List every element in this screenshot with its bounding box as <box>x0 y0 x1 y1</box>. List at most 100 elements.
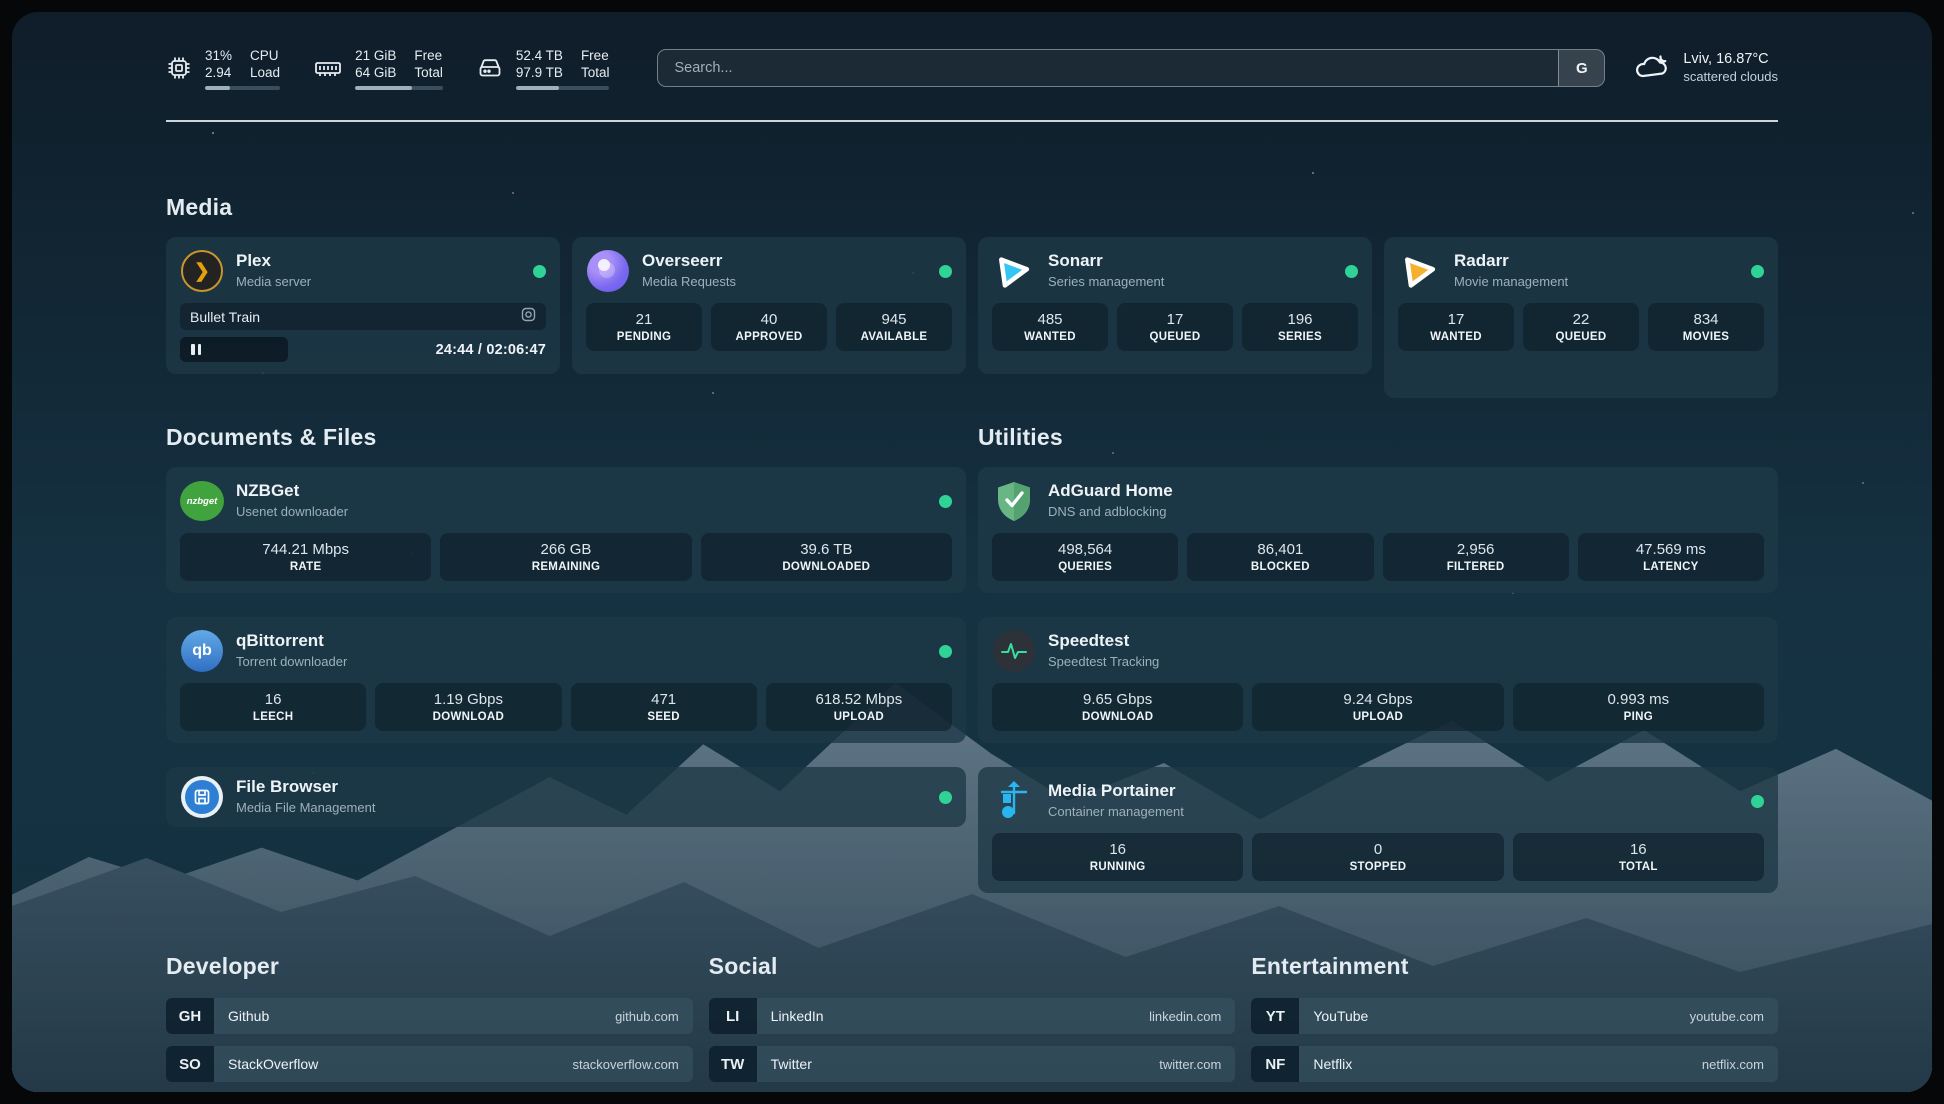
stat-box: 618.52 MbpsUPLOAD <box>766 683 952 731</box>
bookmark-twitter[interactable]: TW Twitter twitter.com <box>709 1046 1236 1082</box>
service-name: Sonarr <box>1048 251 1333 271</box>
service-desc: Media Requests <box>642 272 927 292</box>
bookmark-url: linkedin.com <box>1149 1009 1221 1024</box>
disk-total-label: Total <box>581 64 610 81</box>
search-bar: G <box>657 49 1605 87</box>
service-card-plex[interactable]: ❯ Plex Media server Bullet Train <box>166 237 560 374</box>
service-name: File Browser <box>236 777 927 797</box>
cloud-moon-icon <box>1633 50 1671 87</box>
weather-location-temp: Lviv, 16.87°C <box>1683 50 1778 68</box>
status-dot <box>939 265 952 278</box>
disk-progress-fill <box>516 86 559 90</box>
stat-box: 471SEED <box>571 683 757 731</box>
pause-button[interactable] <box>180 337 288 362</box>
nzbget-icon: nzbget <box>180 481 224 521</box>
service-card-nzbget[interactable]: nzbget NZBGet Usenet downloader 744.21 M… <box>166 467 966 593</box>
search-input[interactable] <box>658 50 1558 86</box>
bookmark-netflix[interactable]: NF Netflix netflix.com <box>1251 1046 1778 1082</box>
bookmark-url: github.com <box>615 1009 679 1024</box>
status-dot <box>1345 265 1358 278</box>
bookmark-github[interactable]: GH Github github.com <box>166 998 693 1034</box>
service-name: qBittorrent <box>236 631 927 651</box>
bookmark-name: Netflix <box>1313 1056 1352 1072</box>
now-playing-source-icon <box>521 307 536 327</box>
cpu-load-value: 2.94 <box>205 64 231 81</box>
cpu-percent: 31% <box>205 47 232 64</box>
status-dot <box>1751 795 1764 808</box>
sonarr-icon <box>992 249 1036 293</box>
bookmark-name: YouTube <box>1313 1008 1368 1024</box>
status-dot <box>939 791 952 804</box>
memory-progress-track <box>355 86 443 90</box>
disk-progress-track <box>516 86 610 90</box>
plex-icon: ❯ <box>181 250 223 292</box>
bookmark-abbr: LI <box>709 998 757 1034</box>
weather-condition: scattered clouds <box>1683 68 1778 86</box>
bookmark-abbr: SO <box>166 1046 214 1082</box>
stat-box: 834MOVIES <box>1648 303 1764 351</box>
bookmark-url: stackoverflow.com <box>572 1057 678 1072</box>
status-dot <box>939 645 952 658</box>
section-title-documents: Documents & Files <box>166 424 966 451</box>
stat-box: 39.6 TBDOWNLOADED <box>701 533 952 581</box>
bookmark-stackoverflow[interactable]: SO StackOverflow stackoverflow.com <box>166 1046 693 1082</box>
portainer-icon <box>992 779 1036 823</box>
dashboard: 31% 2.94 CPU Load <box>12 12 1932 1092</box>
utilities-column: Utilities AdGuard Home DNS and <box>978 424 1778 893</box>
service-name: AdGuard Home <box>1048 481 1764 501</box>
memory-free-label: Free <box>414 47 442 64</box>
section-title-developer: Developer <box>166 953 693 980</box>
service-desc: DNS and adblocking <box>1048 502 1764 522</box>
search-provider-button[interactable]: G <box>1558 50 1604 86</box>
status-dot <box>1751 265 1764 278</box>
stat-box: 945AVAILABLE <box>836 303 952 351</box>
stat-box: 16RUNNING <box>992 833 1243 881</box>
radarr-icon <box>1398 249 1442 293</box>
stat-box: 17WANTED <box>1398 303 1514 351</box>
service-name: NZBGet <box>236 481 927 501</box>
service-card-adguard[interactable]: AdGuard Home DNS and adblocking 498,564Q… <box>978 467 1778 593</box>
service-card-qbittorrent[interactable]: qb qBittorrent Torrent downloader 16LEEC… <box>166 617 966 743</box>
service-desc: Torrent downloader <box>236 652 927 672</box>
service-card-sonarr[interactable]: Sonarr Series management 485WANTED 17QUE… <box>978 237 1372 374</box>
adguard-icon <box>992 479 1036 523</box>
service-card-radarr[interactable]: Radarr Movie management 17WANTED 22QUEUE… <box>1384 237 1778 398</box>
bookmarks-developer: Developer GH Github github.com SO StackO… <box>166 953 693 1092</box>
stat-box: 0.993 msPING <box>1513 683 1764 731</box>
service-desc: Container management <box>1048 802 1739 822</box>
stat-box: 498,564QUERIES <box>992 533 1178 581</box>
service-desc: Speedtest Tracking <box>1048 652 1764 672</box>
cpu-label: CPU <box>250 47 279 64</box>
service-name: Plex <box>236 251 521 271</box>
bookmarks-entertainment: Entertainment YT YouTube youtube.com NF … <box>1251 953 1778 1092</box>
cpu-progress-fill <box>205 86 230 90</box>
disk-free-label: Free <box>581 47 609 64</box>
service-name: Speedtest <box>1048 631 1764 651</box>
bookmark-abbr: YT <box>1251 998 1299 1034</box>
bookmark-youtube[interactable]: YT YouTube youtube.com <box>1251 998 1778 1034</box>
service-name: Media Portainer <box>1048 781 1739 801</box>
bookmark-abbr: TW <box>709 1046 757 1082</box>
stat-box: 17QUEUED <box>1117 303 1233 351</box>
service-card-speedtest[interactable]: Speedtest Speedtest Tracking 9.65 GbpsDO… <box>978 617 1778 743</box>
service-card-filebrowser[interactable]: File Browser Media File Management <box>166 767 966 827</box>
stat-box: 47.569 msLATENCY <box>1578 533 1764 581</box>
stat-box: 0STOPPED <box>1252 833 1503 881</box>
stat-box: 266 GBREMAINING <box>440 533 691 581</box>
bookmark-name: StackOverflow <box>228 1056 318 1072</box>
stat-box: 86,401BLOCKED <box>1187 533 1373 581</box>
media-cards-row: ❯ Plex Media server Bullet Train <box>166 237 1778 398</box>
now-playing-title: Bullet Train <box>190 309 260 325</box>
service-card-overseerr[interactable]: Overseerr Media Requests 21PENDING 40APP… <box>572 237 966 374</box>
memory-progress-fill <box>355 86 412 90</box>
stat-box: 16LEECH <box>180 683 366 731</box>
service-card-portainer[interactable]: Media Portainer Container management 16R… <box>978 767 1778 893</box>
weather-widget: Lviv, 16.87°C scattered clouds <box>1633 50 1778 87</box>
stat-box: 196SERIES <box>1242 303 1358 351</box>
speedtest-icon <box>993 630 1035 672</box>
bookmark-abbr: GH <box>166 998 214 1034</box>
bookmark-linkedin[interactable]: LI LinkedIn linkedin.com <box>709 998 1236 1034</box>
service-desc: Usenet downloader <box>236 502 927 522</box>
cpu-load-label: Load <box>250 64 280 81</box>
bookmarks-social: Social LI LinkedIn linkedin.com TW Twitt… <box>709 953 1236 1092</box>
